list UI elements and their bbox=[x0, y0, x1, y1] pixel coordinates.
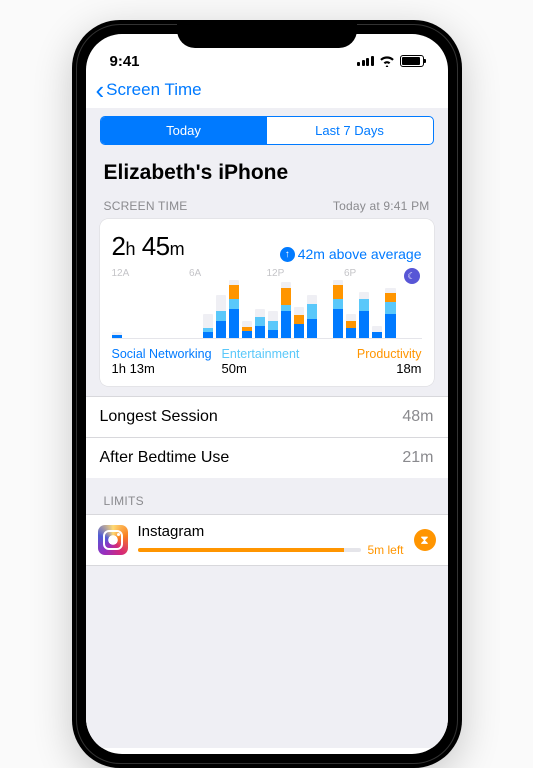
stat-label: Longest Session bbox=[100, 408, 218, 426]
axis-labels: 12A6A12P6P bbox=[112, 268, 422, 279]
stat-label: After Bedtime Use bbox=[100, 449, 230, 467]
screen-time-card[interactable]: 2h 45m ↑ 42m above average 12A6A12P6P ☾ bbox=[100, 219, 434, 386]
hourglass-icon: ⧗ bbox=[414, 529, 436, 551]
screen: 9:41 ‹ Screen Time Today Last 7 Days Eli… bbox=[86, 34, 448, 754]
nav-back[interactable]: ‹ Screen Time bbox=[86, 74, 448, 108]
category-productivity[interactable]: Productivity 18m bbox=[327, 347, 422, 376]
stat-value: 48m bbox=[402, 408, 433, 426]
bedtime-moon-icon: ☾ bbox=[404, 268, 420, 284]
notch bbox=[177, 20, 357, 48]
status-time: 9:41 bbox=[110, 53, 140, 70]
hourly-chart: 12A6A12P6P ☾ bbox=[112, 268, 422, 339]
limit-app-name: Instagram bbox=[138, 523, 404, 540]
tab-last-7-days[interactable]: Last 7 Days bbox=[267, 117, 433, 144]
chart-bars bbox=[112, 281, 422, 339]
section-label: SCREEN TIME bbox=[104, 199, 188, 213]
category-entertainment[interactable]: Entertainment 50m bbox=[222, 347, 317, 376]
instagram-icon bbox=[98, 525, 128, 555]
chevron-left-icon: ‹ bbox=[96, 82, 105, 99]
limit-progress-bar bbox=[138, 548, 362, 552]
delta-text: 42m above average bbox=[298, 246, 422, 262]
section-header: SCREEN TIME Today at 9:41 PM bbox=[100, 199, 434, 219]
nav-back-label: Screen Time bbox=[106, 80, 201, 100]
status-indicators bbox=[357, 55, 424, 67]
limits-header: LIMITS bbox=[100, 478, 434, 514]
phone-frame: 9:41 ‹ Screen Time Today Last 7 Days Eli… bbox=[72, 20, 462, 768]
delta-vs-average: ↑ 42m above average bbox=[280, 246, 422, 262]
stats-group: Longest Session 48m After Bedtime Use 21… bbox=[86, 396, 448, 478]
limit-instagram[interactable]: Instagram 5m left ⧗ bbox=[86, 514, 448, 566]
battery-icon bbox=[400, 55, 424, 67]
total-time: 2h 45m bbox=[112, 231, 185, 262]
cell-signal-icon bbox=[357, 56, 374, 66]
content: Today Last 7 Days Elizabeth's iPhone SCR… bbox=[86, 108, 448, 748]
stat-value: 21m bbox=[402, 449, 433, 467]
category-social[interactable]: Social Networking 1h 13m bbox=[112, 347, 212, 376]
wifi-icon bbox=[379, 55, 395, 67]
category-row: Social Networking 1h 13m Entertainment 5… bbox=[112, 347, 422, 376]
stat-longest-session[interactable]: Longest Session 48m bbox=[86, 396, 448, 437]
limit-remaining: 5m left bbox=[367, 543, 403, 557]
tab-today[interactable]: Today bbox=[101, 117, 267, 144]
device-title: Elizabeth's iPhone bbox=[100, 159, 434, 199]
stat-after-bedtime[interactable]: After Bedtime Use 21m bbox=[86, 437, 448, 478]
time-range-tabs: Today Last 7 Days bbox=[100, 116, 434, 145]
arrow-up-icon: ↑ bbox=[280, 247, 295, 262]
section-timestamp: Today at 9:41 PM bbox=[333, 199, 430, 213]
